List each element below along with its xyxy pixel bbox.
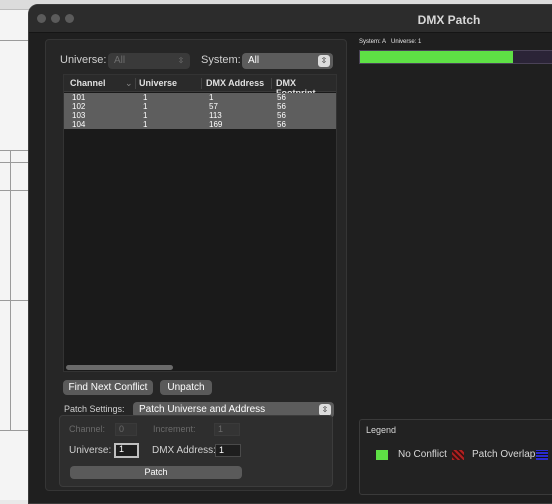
cell-dmx-address: 169 xyxy=(209,120,223,129)
cell-dmx-footprint: 56 xyxy=(277,120,286,129)
column-divider xyxy=(201,78,202,89)
universe-field[interactable]: 1 xyxy=(114,443,139,458)
cell-universe: 1 xyxy=(143,93,148,102)
universe-label: Universe: xyxy=(69,445,112,456)
no-conflict-label: No Conflict xyxy=(398,449,447,460)
cell-universe: 1 xyxy=(143,120,148,129)
table-header: Channel ⌄ Universe DMX Address DMX Footp… xyxy=(64,75,336,98)
patch-table: Channel ⌄ Universe DMX Address DMX Footp… xyxy=(63,74,337,372)
system-filter-value: All xyxy=(248,55,260,66)
patch-button[interactable]: Patch xyxy=(70,466,242,479)
cell-dmx-address: 1 xyxy=(209,93,214,102)
column-header-channel[interactable]: Channel xyxy=(70,78,106,88)
increment-field[interactable]: 1 xyxy=(214,423,240,436)
cell-dmx-footprint: 56 xyxy=(277,102,286,111)
dmx-address-field[interactable]: 1 xyxy=(215,444,241,457)
column-header-universe[interactable]: Universe xyxy=(139,78,177,88)
background-line xyxy=(10,150,11,430)
minimize-window-button[interactable] xyxy=(51,14,60,23)
system-filter-dropdown[interactable]: All ⇳ xyxy=(242,53,333,69)
horizontal-scrollbar[interactable] xyxy=(66,365,173,370)
table-row[interactable]: 102 1 57 56 xyxy=(64,102,336,111)
universe-view-header: System: A Universe: 1 xyxy=(359,39,421,45)
universe-view-universe: Universe: 1 xyxy=(391,39,422,45)
universe-usage-fill xyxy=(360,51,514,63)
patch-overlap-swatch xyxy=(452,450,464,460)
cell-channel: 101 xyxy=(72,93,86,102)
background-line xyxy=(0,430,28,431)
table-row[interactable]: 101 1 1 56 xyxy=(64,93,336,102)
find-next-conflict-button[interactable]: Find Next Conflict xyxy=(63,380,153,395)
patch-settings-group: Channel: 0 Increment: 1 Universe: 1 DMX … xyxy=(59,415,333,487)
system-filter-label: System: xyxy=(201,54,241,66)
sort-chevron-icon: ⌄ xyxy=(125,78,133,88)
universe-view-system: System: A xyxy=(359,39,387,45)
third-legend-swatch xyxy=(536,450,548,460)
patch-overlap-label: Patch Overlap xyxy=(472,449,536,460)
background-line xyxy=(0,40,28,41)
zoom-window-button[interactable] xyxy=(65,14,74,23)
background-line xyxy=(0,190,28,191)
cell-dmx-footprint: 56 xyxy=(277,111,286,120)
increment-label: Increment: xyxy=(153,424,196,434)
background-line xyxy=(0,300,28,301)
column-divider xyxy=(135,78,136,89)
dmx-patch-window: DMX Patch Universe: All ⇳ System: All ⇳ … xyxy=(28,4,552,504)
cell-dmx-address: 57 xyxy=(209,102,218,111)
universe-filter-dropdown[interactable]: All ⇳ xyxy=(108,53,190,69)
channel-field[interactable]: 0 xyxy=(115,423,137,436)
universe-filter-value: All xyxy=(114,55,126,66)
legend-panel: Legend No Conflict Patch Overlap xyxy=(359,419,552,495)
cell-channel: 102 xyxy=(72,102,86,111)
cell-dmx-address: 113 xyxy=(209,111,222,120)
column-divider xyxy=(271,78,272,89)
table-row[interactable]: 103 1 113 56 xyxy=(64,111,336,120)
universe-usage-bar[interactable] xyxy=(359,50,552,64)
cell-dmx-footprint: 56 xyxy=(277,93,286,102)
table-row[interactable]: 104 1 169 56 xyxy=(64,120,336,129)
chevron-updown-icon: ⇳ xyxy=(318,55,330,67)
dmx-address-label: DMX Address: xyxy=(152,445,216,456)
chevron-updown-icon: ⇳ xyxy=(177,56,185,65)
patch-settings-label: Patch Settings: xyxy=(64,404,125,414)
close-window-button[interactable] xyxy=(37,14,46,23)
background-line xyxy=(0,162,28,163)
background-line xyxy=(0,150,28,151)
patch-mode-value: Patch Universe and Address xyxy=(139,404,266,415)
legend-title: Legend xyxy=(366,425,397,435)
universe-filter-label: Universe: xyxy=(60,54,107,66)
channel-label: Channel: xyxy=(69,424,106,434)
cell-channel: 104 xyxy=(72,120,86,129)
cell-universe: 1 xyxy=(143,111,148,120)
cell-universe: 1 xyxy=(143,102,148,111)
column-header-dmx-address[interactable]: DMX Address xyxy=(206,78,264,88)
unpatch-button[interactable]: Unpatch xyxy=(160,380,212,395)
no-conflict-swatch xyxy=(376,450,388,460)
title-bar: DMX Patch xyxy=(29,5,552,33)
window-title: DMX Patch xyxy=(417,13,481,27)
cell-channel: 103 xyxy=(72,111,86,120)
